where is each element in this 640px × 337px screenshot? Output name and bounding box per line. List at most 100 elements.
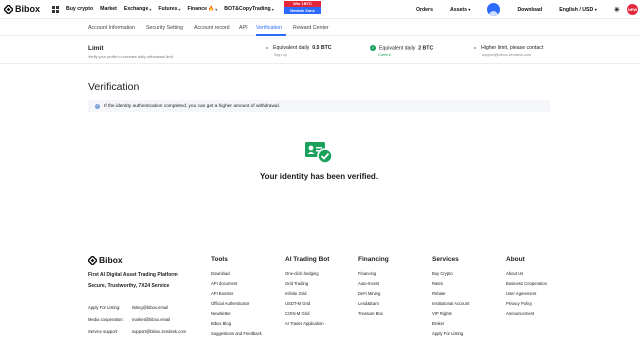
page-title: Verification <box>88 81 140 93</box>
tab-verification[interactable]: Verification <box>256 25 282 31</box>
contact-media: Media cooperation: market@bibox.email <box>88 317 170 322</box>
promo-banner[interactable]: Win 1BTC Newbie Zone <box>284 1 321 14</box>
footer-link[interactable]: Auto-Invest <box>358 281 389 291</box>
avatar[interactable] <box>487 3 501 16</box>
limit-subtitle: Verify your profile to increase daily wi… <box>88 55 174 59</box>
nav-item-exchange[interactable]: Exchange ▾ <box>124 6 152 12</box>
notification-badge[interactable]: NEW <box>627 4 638 15</box>
limit-step-higher: Higher limit, please contact support@bib… <box>474 45 543 57</box>
tab-api[interactable]: API <box>239 25 248 31</box>
tab-security-setting[interactable]: Security Setting <box>146 25 183 31</box>
footer-brand-name: Bibox <box>99 255 123 265</box>
footer-logo[interactable]: Bibox <box>88 255 123 265</box>
footer-link[interactable]: Business Cooperation <box>506 281 547 291</box>
brand-logo[interactable]: Bibox <box>4 4 40 14</box>
tab-account-information[interactable]: Account Information <box>88 25 135 31</box>
apps-grid-icon[interactable] <box>52 5 60 13</box>
contact-email-link[interactable]: listing@bibox.email <box>132 305 168 310</box>
footer-link[interactable]: Rates <box>432 281 469 291</box>
notice-text: If the identity authentication completed… <box>104 103 280 109</box>
footer-link[interactable]: Newsletter <box>211 311 262 321</box>
footer-link[interactable]: Buy Crypto <box>432 271 469 281</box>
locale-label: English / USD <box>559 6 594 13</box>
nav-item-buy-crypto[interactable]: Buy crypto <box>66 6 93 12</box>
footer-link[interactable]: COIN-M Grid <box>285 311 329 321</box>
footer-link[interactable]: Suggestions and Feedback <box>211 331 262 337</box>
footer-link[interactable]: Official Authenticator <box>211 301 262 311</box>
footer-column-heading: AI Trading Bot <box>285 256 330 263</box>
contact-label: Service support: <box>88 329 119 334</box>
download-link[interactable]: Download <box>517 7 542 13</box>
nav-item-label: Exchange <box>123 6 149 12</box>
brand-name: Bibox <box>15 4 41 14</box>
footer-link[interactable]: USDT-M Grid <box>285 301 329 311</box>
account-subnav: Account Information Security Setting Acc… <box>0 20 640 36</box>
contact-listing: Apply For Listing: listing@bibox.email <box>88 305 168 310</box>
footer-tagline-2: Secure, Trustworthy, 7X24 Service <box>88 283 170 289</box>
footer-link[interactable]: VIP Rights <box>432 311 469 321</box>
footer-link[interactable]: API Booster <box>211 291 262 301</box>
footer-link[interactable]: User Agreement <box>506 291 547 301</box>
theme-toggle-icon[interactable]: ☀ <box>614 6 620 14</box>
footer-link[interactable]: AI Trader Application <box>285 321 329 331</box>
chevron-down-icon: ▾ <box>215 6 218 12</box>
bibox-logo-icon <box>4 4 13 14</box>
limit-step-signup: Equivalent daily 0.5 BTC Sign up <box>266 45 332 57</box>
assets-menu[interactable]: Assets ▾ <box>450 7 470 13</box>
tab-reward-center[interactable]: Reward Center <box>293 25 329 31</box>
footer-link[interactable]: Financing <box>358 271 389 281</box>
footer-column-heading: About <box>506 256 525 263</box>
footer: Bibox First AI Digital Asset Trading Pla… <box>0 246 640 337</box>
footer-link[interactable]: Grid Trading <box>285 281 329 291</box>
tab-account-record[interactable]: Account record <box>194 25 230 31</box>
footer-link[interactable]: Download <box>211 271 262 281</box>
footer-link[interactable]: About Us <box>506 271 547 281</box>
nav-item-finance[interactable]: Finance 🔥 ▾ <box>187 6 217 12</box>
orders-link[interactable]: Orders <box>416 7 433 13</box>
nav-item-label: Buy crypto <box>66 6 94 12</box>
step-label: Equivalent daily <box>379 45 416 52</box>
limit-step-current: ✓ Equivalent daily 2 BTC Current <box>370 45 434 57</box>
footer-link[interactable]: Treasure Box <box>358 311 389 321</box>
chevron-down-icon: ▾ <box>468 6 471 12</box>
footer-link[interactable]: Rebate <box>432 291 469 301</box>
footer-column-heading: Financing <box>358 256 389 263</box>
footer-link[interactable]: Privacy Policy <box>506 301 547 311</box>
chevron-down-icon: ▾ <box>149 6 152 12</box>
limit-title: Limit <box>88 45 104 52</box>
footer-link[interactable]: Lend&Earn <box>358 301 389 311</box>
footer-link[interactable]: API document <box>211 281 262 291</box>
footer-link[interactable]: DeFi Mining <box>358 291 389 301</box>
footer-link[interactable]: Infinite Grid <box>285 291 329 301</box>
support-email-link[interactable]: support@bibox.zendesk.com <box>482 53 531 57</box>
locale-selector[interactable]: English / USD ▾ <box>559 7 596 13</box>
id-card-verified-icon <box>305 142 333 164</box>
footer-link[interactable]: Announcement <box>506 311 547 321</box>
footer-link[interactable]: Institutional Account <box>432 301 469 311</box>
nav-item-bot-copytrading[interactable]: BOT&CopyTrading ▾ <box>224 6 273 12</box>
chevron-down-icon: ▾ <box>271 6 274 12</box>
top-navigation-bar: Bibox Buy crypto Market Exchange ▾ Futures ▾ F… <box>0 0 640 19</box>
assets-label: Assets <box>449 6 467 13</box>
contact-email-link[interactable]: support@bibox.zendesk.com <box>132 329 186 334</box>
step-sub: Current <box>378 53 391 57</box>
contact-email-link[interactable]: market@bibox.email <box>132 317 170 322</box>
nav-item-market[interactable]: Market <box>100 6 117 12</box>
nav-item-futures[interactable]: Futures ▾ <box>158 6 180 12</box>
check-icon: ✓ <box>370 45 376 51</box>
user-icon <box>489 11 499 16</box>
step-amount: 0.5 BTC <box>312 45 332 51</box>
fire-icon: 🔥 <box>208 6 215 12</box>
footer-column-heading: Services <box>432 256 459 263</box>
footer-link[interactable]: Bibox Blog <box>211 321 262 331</box>
info-icon: i <box>95 103 100 109</box>
contact-support: Service support: support@bibox.zendesk.co… <box>88 329 186 334</box>
chevron-down-icon: ▾ <box>594 6 597 12</box>
step-amount: 2 BTC <box>418 45 434 52</box>
footer-link[interactable]: One-click hedging <box>285 271 329 281</box>
bibox-logo-icon <box>88 255 97 265</box>
footer-link[interactable]: Apply For Listing <box>432 331 469 337</box>
footer-column-tools: Tools Download API document API Booster Offi… <box>211 256 262 337</box>
footer-link[interactable]: Broker <box>432 321 469 331</box>
contact-label: Apply For Listing: <box>88 305 121 310</box>
